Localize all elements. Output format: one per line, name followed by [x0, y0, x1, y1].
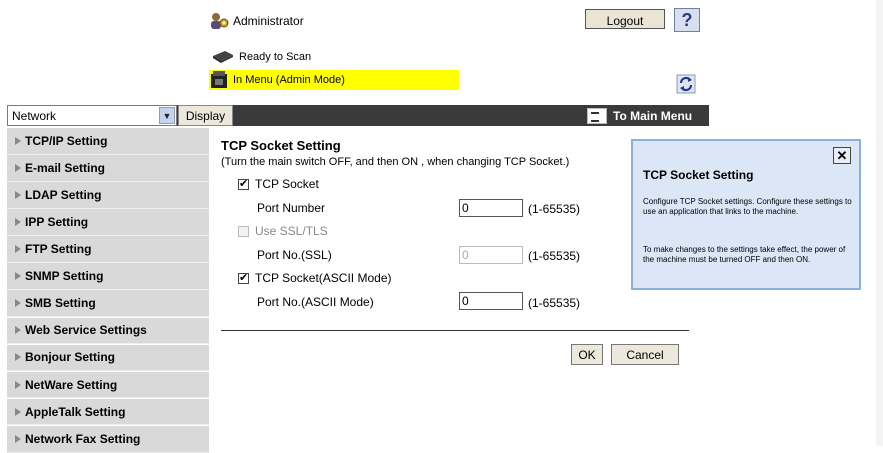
logout-button[interactable]: Logout	[585, 9, 665, 29]
form-note: (Turn the main switch OFF, and then ON ,…	[221, 156, 570, 168]
port-number-input[interactable]	[459, 199, 523, 217]
sidebar-item-network-fax[interactable]: Network Fax Setting	[7, 425, 209, 453]
cancel-button[interactable]: Cancel	[611, 344, 679, 365]
sidebar-item-label: SNMP Setting	[25, 269, 104, 284]
port-number-label: Port Number	[257, 201, 326, 215]
form-divider	[221, 330, 689, 331]
tcp-socket-option[interactable]: TCP Socket	[238, 177, 319, 191]
sidebar-item-label: AppleTalk Setting	[25, 404, 126, 419]
ssl-checkbox[interactable]	[238, 225, 249, 237]
arrow-right-icon	[15, 434, 21, 443]
refresh-icon[interactable]	[676, 74, 696, 94]
sidebar-item-label: Network Fax Setting	[25, 431, 141, 446]
scanner-icon	[213, 51, 233, 63]
close-icon[interactable]: ✕	[833, 147, 851, 164]
chevron-down-icon[interactable]: ▼	[159, 107, 175, 124]
ok-button[interactable]: OK	[571, 344, 603, 365]
sidebar-item-snmp[interactable]: SNMP Setting	[7, 263, 209, 291]
mode-indicator: In Menu (Admin Mode)	[209, 70, 459, 90]
ssl-option[interactable]: Use SSL/TLS	[238, 224, 328, 238]
sidebar-item-smb[interactable]: SMB Setting	[7, 290, 209, 318]
port-number-range: (1-65535)	[528, 202, 581, 216]
ssl-label: Use SSL/TLS	[255, 224, 328, 238]
port-ascii-label: Port No.(ASCII Mode)	[257, 295, 374, 309]
arrow-right-icon	[15, 136, 21, 145]
sidebar-item-appletalk[interactable]: AppleTalk Setting	[7, 398, 209, 426]
page-title: TCP Socket Setting	[221, 138, 341, 153]
ascii-checkbox[interactable]	[238, 271, 249, 284]
machine-icon	[211, 71, 227, 88]
arrow-right-icon	[15, 163, 21, 172]
sidebar-item-label: SMB Setting	[25, 296, 96, 311]
port-ssl-label: Port No.(SSL)	[257, 248, 332, 262]
help-description: Configure TCP Socket settings. Configure…	[643, 197, 852, 216]
sidebar-item-label: Web Service Settings	[25, 323, 147, 338]
sidebar-item-label: LDAP Setting	[25, 188, 102, 202]
arrow-right-icon	[15, 218, 21, 227]
sidebar-item-label: E-mail Setting	[25, 160, 106, 175]
scrollbar[interactable]	[876, 0, 883, 446]
help-icon[interactable]: ?	[674, 8, 700, 32]
main-menu-label: To Main Menu	[613, 108, 693, 123]
sidebar-item-label: Bonjour Setting	[25, 350, 115, 365]
arrow-right-icon	[15, 299, 21, 308]
sidebar-item-netware[interactable]: NetWare Setting	[7, 371, 209, 399]
arrow-right-icon	[15, 326, 21, 335]
main-menu-link[interactable]: To Main Menu	[587, 105, 692, 126]
sidebar-item-ldap[interactable]: LDAP Setting	[7, 182, 209, 209]
sidebar-item-label: NetWare Setting	[25, 377, 118, 392]
arrow-right-icon	[15, 407, 21, 416]
mode-text: In Menu (Admin Mode)	[233, 74, 345, 86]
ascii-option[interactable]: TCP Socket(ASCII Mode)	[238, 271, 392, 285]
device-status: Ready to Scan	[211, 50, 311, 64]
main-menu-icon	[587, 107, 607, 124]
arrow-right-icon	[15, 191, 21, 199]
port-ssl-input[interactable]	[459, 246, 523, 264]
tcp-socket-label: TCP Socket	[255, 177, 319, 191]
category-select-value: Network	[12, 108, 57, 123]
sidebar-item-ipp[interactable]: IPP Setting	[7, 209, 209, 236]
sidebar-item-label: TCP/IP Setting	[25, 133, 108, 148]
arrow-right-icon	[15, 272, 21, 281]
ascii-label: TCP Socket(ASCII Mode)	[255, 271, 392, 285]
sidebar-item-web-service[interactable]: Web Service Settings	[7, 317, 209, 345]
user-name: Administrator	[233, 14, 304, 28]
help-panel: ✕ TCP Socket Setting Configure TCP Socke…	[631, 139, 861, 290]
sidebar: TCP/IP Setting E-mail Setting LDAP Setti…	[7, 128, 209, 453]
display-button[interactable]: Display	[178, 105, 233, 126]
arrow-right-icon	[15, 353, 21, 362]
arrow-right-icon	[15, 245, 21, 254]
tcp-socket-checkbox[interactable]	[238, 177, 249, 190]
sidebar-item-label: IPP Setting	[25, 215, 89, 230]
port-ascii-range: (1-65535)	[528, 296, 581, 310]
sidebar-item-bonjour[interactable]: Bonjour Setting	[7, 344, 209, 372]
user-info: Administrator	[209, 12, 304, 30]
help-title: TCP Socket Setting	[643, 168, 754, 182]
sidebar-item-label: FTP Setting	[25, 242, 92, 257]
arrow-right-icon	[15, 380, 21, 389]
sidebar-item-ftp[interactable]: FTP Setting	[7, 236, 209, 263]
status-text: Ready to Scan	[239, 51, 312, 63]
sidebar-item-tcpip[interactable]: TCP/IP Setting	[7, 128, 209, 155]
port-ssl-range: (1-65535)	[528, 249, 581, 263]
category-select[interactable]: Network ▼	[7, 105, 177, 126]
sidebar-item-email[interactable]: E-mail Setting	[7, 155, 209, 182]
port-ascii-input[interactable]	[459, 292, 523, 310]
administrator-icon	[211, 13, 229, 29]
help-warning: To make changes to the settings take eff…	[643, 245, 846, 264]
